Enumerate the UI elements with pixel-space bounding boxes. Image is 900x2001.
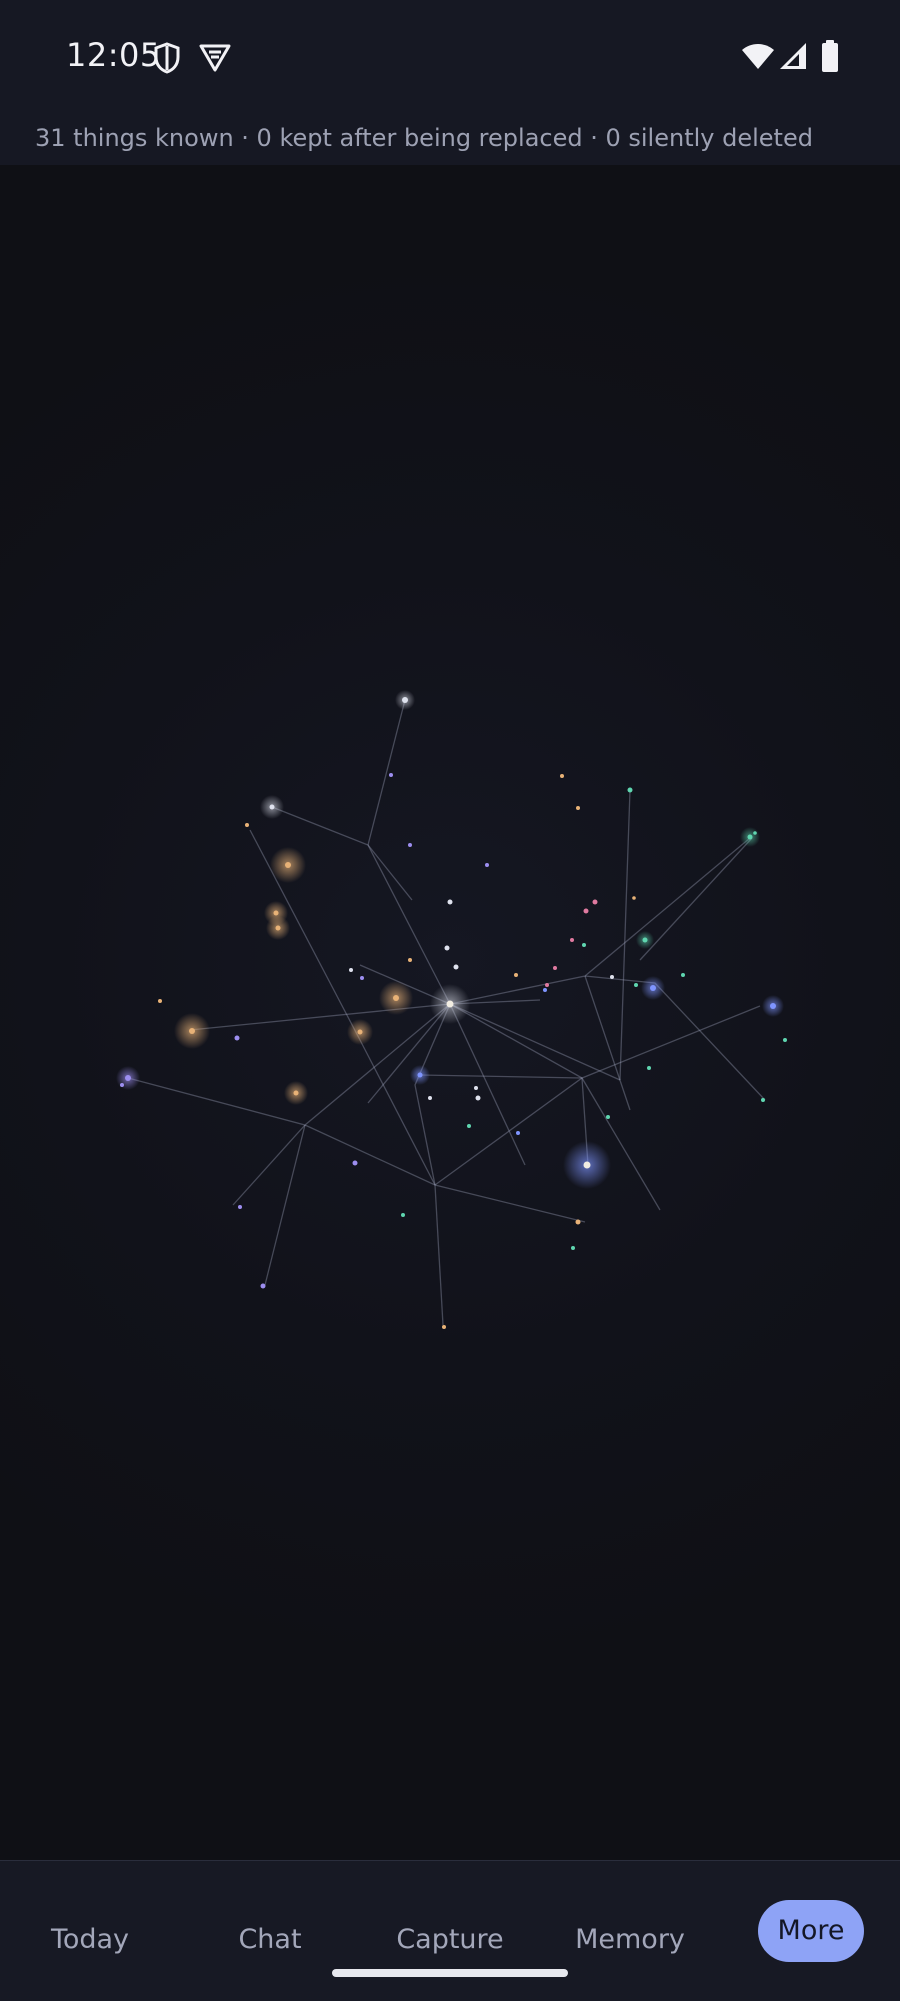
signal-icon: [780, 43, 806, 69]
nav-tab-capture[interactable]: Capture: [390, 1915, 510, 1965]
vpn-icon: [199, 44, 231, 72]
nav-tab-more[interactable]: More: [758, 1900, 864, 1962]
wifi-icon: [742, 44, 774, 69]
home-indicator[interactable]: [332, 1969, 568, 1977]
clock: 12:05: [66, 36, 161, 74]
battery-icon: [822, 40, 838, 72]
shield-icon: [154, 42, 180, 74]
nav-tab-today[interactable]: Today: [40, 1915, 140, 1965]
memory-summary: 31 things known · 0 kept after being rep…: [35, 124, 813, 152]
nav-tab-chat[interactable]: Chat: [220, 1915, 320, 1965]
graph-nodes: [116, 690, 787, 1329]
memory-graph-canvas[interactable]: [0, 165, 900, 1860]
nav-tab-memory[interactable]: Memory: [570, 1915, 690, 1965]
memory-graph[interactable]: [0, 165, 900, 1860]
